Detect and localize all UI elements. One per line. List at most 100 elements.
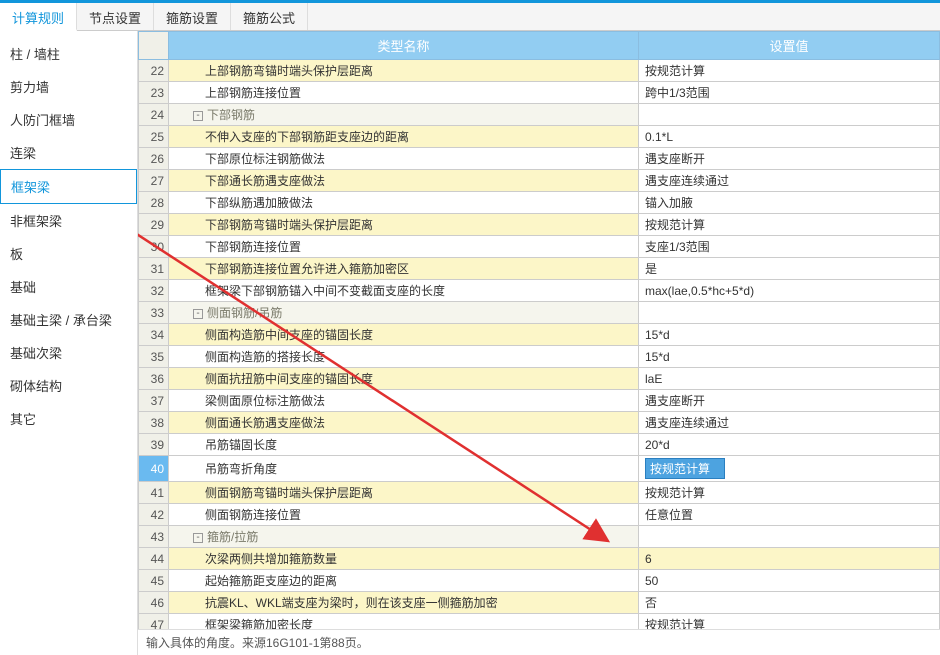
sidebar-item-0[interactable]: 柱 / 墙柱	[0, 37, 137, 70]
row-name[interactable]: 下部原位标注钢筋做法	[169, 148, 639, 170]
row-name[interactable]: 次梁两侧共增加箍筋数量	[169, 548, 639, 570]
row-name[interactable]: 侧面通长筋遇支座做法	[169, 412, 639, 434]
row-value[interactable]: 15*d	[639, 346, 940, 368]
row-name[interactable]: 抗震KL、WKL端支座为梁时，则在该支座一侧箍筋加密	[169, 592, 639, 614]
row-name[interactable]: -侧面钢筋/吊筋	[169, 302, 639, 324]
row-value[interactable]: 按规范计算	[639, 614, 940, 630]
col-header-name[interactable]: 类型名称	[169, 32, 639, 60]
row-name[interactable]: 起始箍筋距支座边的距离	[169, 570, 639, 592]
row-value[interactable]: 按规范计算	[639, 214, 940, 236]
table-row[interactable]: 41侧面钢筋弯锚时端头保护层距离按规范计算	[139, 482, 940, 504]
table-row[interactable]: 44次梁两侧共增加箍筋数量6	[139, 548, 940, 570]
row-value[interactable]: 遇支座断开	[639, 148, 940, 170]
row-value[interactable]: 按规范计算	[639, 456, 940, 482]
row-value[interactable]: 锚入加腋	[639, 192, 940, 214]
row-value[interactable]: 6	[639, 548, 940, 570]
table-row[interactable]: 28下部纵筋遇加腋做法锚入加腋	[139, 192, 940, 214]
row-value[interactable]: 跨中1/3范围	[639, 82, 940, 104]
table-row[interactable]: 42侧面钢筋连接位置任意位置	[139, 504, 940, 526]
row-value[interactable]: 否	[639, 592, 940, 614]
table-row[interactable]: 24-下部钢筋	[139, 104, 940, 126]
row-name[interactable]: 梁侧面原位标注筋做法	[169, 390, 639, 412]
table-row[interactable]: 47框架梁箍筋加密长度按规范计算	[139, 614, 940, 630]
row-value[interactable]: 遇支座连续通过	[639, 170, 940, 192]
collapse-toggle-icon[interactable]: -	[193, 111, 203, 121]
sidebar-item-9[interactable]: 基础次梁	[0, 336, 137, 369]
table-row[interactable]: 43-箍筋/拉筋	[139, 526, 940, 548]
row-name[interactable]: 下部通长筋遇支座做法	[169, 170, 639, 192]
tab-stirrup-settings[interactable]: 箍筋设置	[154, 3, 231, 30]
row-name[interactable]: -箍筋/拉筋	[169, 526, 639, 548]
col-header-val[interactable]: 设置值	[639, 32, 940, 60]
row-name[interactable]: 侧面钢筋弯锚时端头保护层距离	[169, 482, 639, 504]
row-name[interactable]: 不伸入支座的下部钢筋距支座边的距离	[169, 126, 639, 148]
table-row[interactable]: 33-侧面钢筋/吊筋	[139, 302, 940, 324]
row-name[interactable]: 侧面抗扭筋中间支座的锚固长度	[169, 368, 639, 390]
row-value[interactable]: 15*d	[639, 324, 940, 346]
table-row[interactable]: 40吊筋弯折角度按规范计算	[139, 456, 940, 482]
table-row[interactable]: 46抗震KL、WKL端支座为梁时，则在该支座一侧箍筋加密否	[139, 592, 940, 614]
row-name[interactable]: 下部钢筋连接位置允许进入箍筋加密区	[169, 258, 639, 280]
row-value[interactable]	[639, 526, 940, 548]
row-value[interactable]: 遇支座断开	[639, 390, 940, 412]
table-row[interactable]: 22上部钢筋弯锚时端头保护层距离按规范计算	[139, 60, 940, 82]
sidebar-item-6[interactable]: 板	[0, 237, 137, 270]
row-value[interactable]: 20*d	[639, 434, 940, 456]
table-row[interactable]: 23上部钢筋连接位置跨中1/3范围	[139, 82, 940, 104]
table-row[interactable]: 27下部通长筋遇支座做法遇支座连续通过	[139, 170, 940, 192]
row-value[interactable]: 50	[639, 570, 940, 592]
row-name[interactable]: 侧面构造筋中间支座的锚固长度	[169, 324, 639, 346]
sidebar-item-3[interactable]: 连梁	[0, 136, 137, 169]
table-wrapper[interactable]: 类型名称 设置值 22上部钢筋弯锚时端头保护层距离按规范计算23上部钢筋连接位置…	[138, 31, 940, 629]
row-value[interactable]: 是	[639, 258, 940, 280]
table-row[interactable]: 39吊筋锚固长度20*d	[139, 434, 940, 456]
sidebar-item-5[interactable]: 非框架梁	[0, 204, 137, 237]
row-name[interactable]: -下部钢筋	[169, 104, 639, 126]
row-value[interactable]: 0.1*L	[639, 126, 940, 148]
row-value[interactable]: 支座1/3范围	[639, 236, 940, 258]
table-row[interactable]: 37梁侧面原位标注筋做法遇支座断开	[139, 390, 940, 412]
row-name[interactable]: 下部纵筋遇加腋做法	[169, 192, 639, 214]
table-row[interactable]: 45起始箍筋距支座边的距离50	[139, 570, 940, 592]
tab-calc-rule[interactable]: 计算规则	[0, 3, 77, 31]
row-value[interactable]	[639, 104, 940, 126]
row-name[interactable]: 侧面构造筋的搭接长度	[169, 346, 639, 368]
row-value[interactable]: 遇支座连续通过	[639, 412, 940, 434]
row-value[interactable]: laE	[639, 368, 940, 390]
row-value[interactable]	[639, 302, 940, 324]
row-name[interactable]: 吊筋锚固长度	[169, 434, 639, 456]
row-value[interactable]: max(lae,0.5*hc+5*d)	[639, 280, 940, 302]
row-name[interactable]: 下部钢筋弯锚时端头保护层距离	[169, 214, 639, 236]
sidebar-item-10[interactable]: 砌体结构	[0, 369, 137, 402]
table-row[interactable]: 38侧面通长筋遇支座做法遇支座连续通过	[139, 412, 940, 434]
table-row[interactable]: 26下部原位标注钢筋做法遇支座断开	[139, 148, 940, 170]
sidebar-item-7[interactable]: 基础	[0, 270, 137, 303]
collapse-toggle-icon[interactable]: -	[193, 309, 203, 319]
row-name[interactable]: 侧面钢筋连接位置	[169, 504, 639, 526]
table-row[interactable]: 30下部钢筋连接位置支座1/3范围	[139, 236, 940, 258]
sidebar-item-8[interactable]: 基础主梁 / 承台梁	[0, 303, 137, 336]
row-name[interactable]: 上部钢筋弯锚时端头保护层距离	[169, 60, 639, 82]
table-row[interactable]: 34侧面构造筋中间支座的锚固长度15*d	[139, 324, 940, 346]
value-edit-field[interactable]: 按规范计算	[645, 458, 725, 479]
sidebar-item-2[interactable]: 人防门框墙	[0, 103, 137, 136]
row-name[interactable]: 框架梁下部钢筋锚入中间不变截面支座的长度	[169, 280, 639, 302]
tab-stirrup-formula[interactable]: 箍筋公式	[231, 3, 308, 30]
table-row[interactable]: 31下部钢筋连接位置允许进入箍筋加密区是	[139, 258, 940, 280]
table-row[interactable]: 36侧面抗扭筋中间支座的锚固长度laE	[139, 368, 940, 390]
table-row[interactable]: 32框架梁下部钢筋锚入中间不变截面支座的长度max(lae,0.5*hc+5*d…	[139, 280, 940, 302]
row-value[interactable]: 任意位置	[639, 504, 940, 526]
collapse-toggle-icon[interactable]: -	[193, 533, 203, 543]
row-name[interactable]: 下部钢筋连接位置	[169, 236, 639, 258]
table-row[interactable]: 25不伸入支座的下部钢筋距支座边的距离0.1*L	[139, 126, 940, 148]
sidebar-item-4[interactable]: 框架梁	[0, 169, 137, 204]
table-row[interactable]: 29下部钢筋弯锚时端头保护层距离按规范计算	[139, 214, 940, 236]
tab-node-settings[interactable]: 节点设置	[77, 3, 154, 30]
row-value[interactable]: 按规范计算	[639, 60, 940, 82]
sidebar-item-11[interactable]: 其它	[0, 402, 137, 435]
row-name[interactable]: 框架梁箍筋加密长度	[169, 614, 639, 630]
sidebar-item-1[interactable]: 剪力墙	[0, 70, 137, 103]
row-name[interactable]: 上部钢筋连接位置	[169, 82, 639, 104]
table-row[interactable]: 35侧面构造筋的搭接长度15*d	[139, 346, 940, 368]
row-name[interactable]: 吊筋弯折角度	[169, 456, 639, 482]
